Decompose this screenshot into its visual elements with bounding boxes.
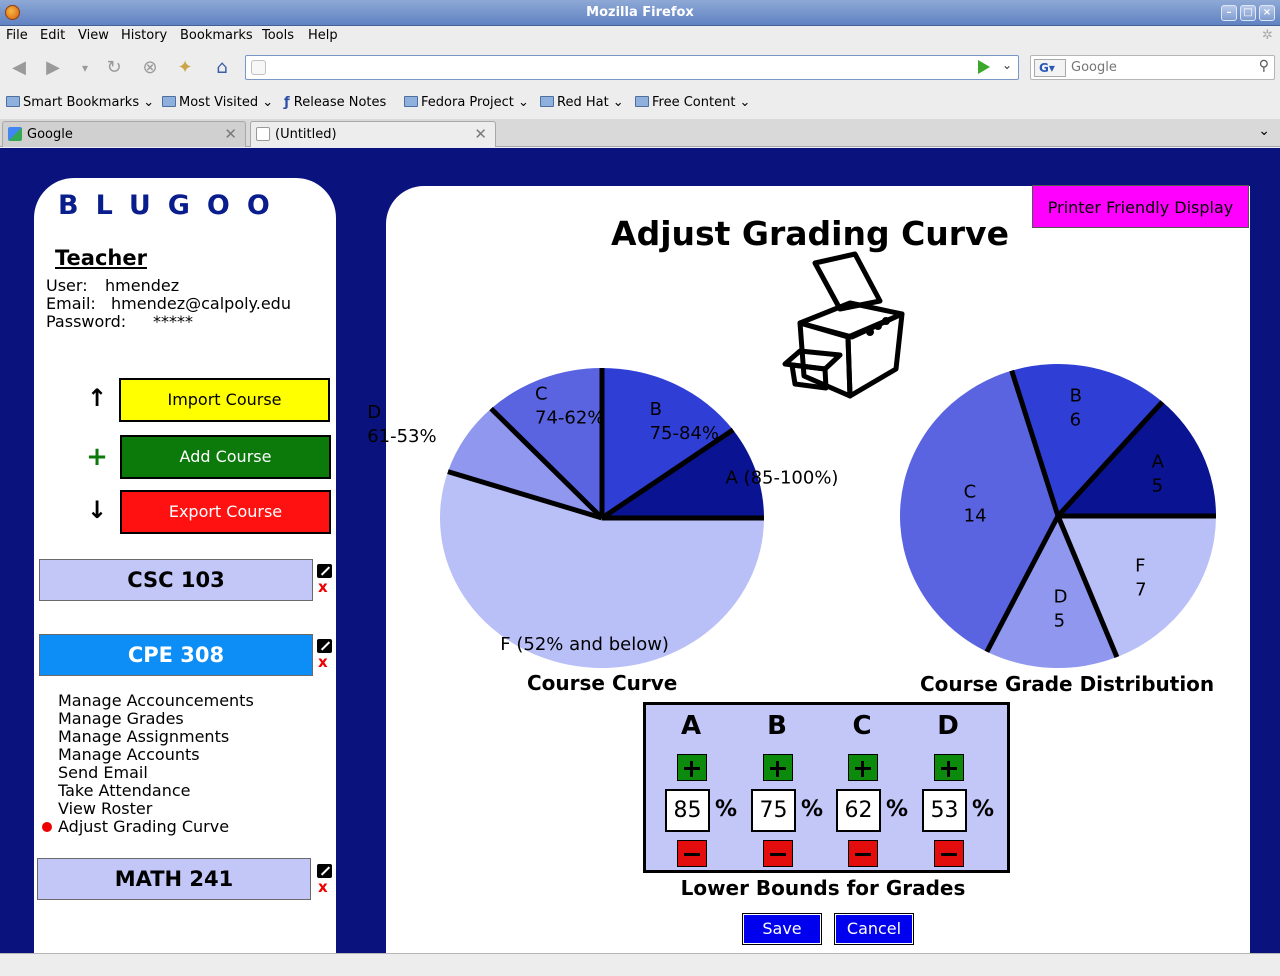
save-button[interactable]: Save: [742, 913, 822, 945]
forward-icon[interactable]: ▶: [42, 57, 64, 79]
pie-charts: A (85-100%)B 75-84%C 74-62%D 61-53%F (52% a…: [367, 364, 1216, 668]
cancel-button[interactable]: Cancel: [834, 913, 914, 945]
bookmark-label: Release Notes: [293, 95, 387, 110]
decrease-a-button[interactable]: [677, 840, 707, 867]
history-dropdown-icon[interactable]: ▾: [74, 57, 96, 79]
bookmark-label: Fedora Project: [421, 95, 514, 110]
folder-icon: [540, 96, 554, 107]
search-bar[interactable]: G▾ ⚲: [1030, 55, 1275, 80]
pie-label-f: F (52% and below): [500, 634, 669, 655]
stop-icon[interactable]: ⊗: [139, 57, 161, 79]
bookmark-label: Smart Bookmarks: [23, 95, 140, 110]
tab-list-icon[interactable]: ⌄: [1258, 123, 1270, 139]
tab-google[interactable]: Google ✕: [2, 121, 246, 147]
grade-letter: D: [937, 711, 959, 741]
bookmark-label: Free Content: [652, 95, 736, 110]
grade-bounds-panel: A 85 % B 75 % C 62 % D 53 %: [643, 702, 1010, 873]
bookmark-smart-bookmarks[interactable]: Smart Bookmarks ⌄: [6, 95, 154, 110]
menu-bookmarks[interactable]: Bookmarks: [180, 28, 253, 43]
grade-distribution-caption: Course Grade Distribution: [920, 672, 1215, 696]
window-title: Mozilla Firefox: [586, 5, 694, 20]
bookmark-most-visited[interactable]: Most Visited ⌄: [162, 95, 273, 110]
bookmark-free-content[interactable]: Free Content ⌄: [635, 95, 750, 110]
reload-icon[interactable]: ↻: [103, 57, 125, 79]
url-bar[interactable]: ⌄: [245, 55, 1019, 80]
menu-view[interactable]: View: [78, 28, 109, 43]
pie-label-a: A (85-100%): [726, 467, 839, 488]
menu-help[interactable]: Help: [308, 28, 338, 43]
grade-b-value[interactable]: 75: [751, 789, 796, 832]
menu-tools[interactable]: Tools: [262, 28, 294, 43]
throbber-icon: ✲: [1262, 28, 1273, 43]
increase-a-button[interactable]: [677, 754, 707, 781]
grade-a-value[interactable]: 85: [665, 789, 710, 832]
bookmark-fedora-project[interactable]: Fedora Project ⌄: [404, 95, 529, 110]
pie-label-d: D 61-53%: [367, 402, 436, 447]
grade-letter: C: [852, 711, 872, 741]
url-dropdown-icon[interactable]: ⌄: [1002, 58, 1012, 72]
back-icon[interactable]: ◀: [8, 57, 30, 79]
course-curve-chart: A (85-100%)B 75-84%C 74-62%D 61-53%F (52% a…: [367, 368, 838, 668]
url-input[interactable]: [274, 59, 954, 76]
search-input[interactable]: [1071, 59, 1251, 76]
decrease-d-button[interactable]: [934, 840, 964, 867]
course-grade-distribution-chart: A 5B 6C 14D 5F 7: [900, 364, 1216, 668]
menu-file[interactable]: File: [6, 28, 28, 43]
folder-icon: [404, 96, 418, 107]
tab-label: Google: [27, 127, 73, 142]
increase-d-button[interactable]: [934, 754, 964, 781]
go-icon[interactable]: [978, 60, 990, 74]
tab-bar: Google ✕ (Untitled) ✕ ⌄: [0, 119, 1280, 147]
google-favicon-icon: [8, 127, 22, 141]
page-viewport: BLUGOO Teacher User: hmendez Email: hmen…: [0, 148, 1280, 953]
decrease-b-button[interactable]: [763, 840, 793, 867]
increase-c-button[interactable]: [848, 754, 878, 781]
search-engine-label: G: [1039, 61, 1049, 75]
home-icon[interactable]: ⌂: [211, 57, 233, 79]
close-window-button[interactable]: ×: [1259, 5, 1275, 21]
increase-b-button[interactable]: [763, 754, 793, 781]
folder-icon: [162, 96, 176, 107]
new-bookmark-icon[interactable]: ✦: [174, 57, 196, 79]
course-curve-caption: Course Curve: [527, 671, 678, 695]
menu-history[interactable]: History: [121, 28, 167, 43]
lower-bounds-label: Lower Bounds for Grades: [680, 876, 966, 900]
tab-label: (Untitled): [275, 127, 337, 142]
grade-c-value[interactable]: 62: [836, 789, 881, 832]
bookmark-label: Most Visited: [179, 95, 259, 110]
grade-letter: A: [680, 711, 702, 741]
percent-sign: %: [972, 797, 995, 822]
menu-bar: File Edit View History Bookmarks Tools H…: [0, 26, 1280, 46]
maximize-button[interactable]: □: [1240, 5, 1256, 21]
decrease-c-button[interactable]: [848, 840, 878, 867]
percent-sign: %: [715, 797, 738, 822]
menu-edit[interactable]: Edit: [40, 28, 65, 43]
search-icon[interactable]: ⚲: [1259, 58, 1269, 74]
folder-icon: [635, 96, 649, 107]
bookmark-release-notes[interactable]: ƒ Release Notes: [284, 95, 386, 110]
minimize-button[interactable]: –: [1221, 5, 1237, 21]
folder-icon: [6, 96, 20, 107]
tab-untitled[interactable]: (Untitled) ✕: [250, 121, 496, 147]
window-titlebar: Mozilla Firefox – □ ×: [0, 0, 1280, 26]
close-tab-icon[interactable]: ✕: [224, 125, 237, 143]
fedora-icon: ƒ: [284, 95, 290, 110]
status-bar: [0, 953, 1280, 976]
grade-d-value[interactable]: 53: [922, 789, 967, 832]
percent-sign: %: [801, 797, 824, 822]
bookmarks-toolbar: Smart Bookmarks ⌄ Most Visited ⌄ ƒ Relea…: [0, 92, 1280, 114]
page-favicon-icon: [256, 127, 270, 141]
bookmark-label: Red Hat: [557, 95, 609, 110]
close-tab-icon[interactable]: ✕: [474, 125, 487, 143]
percent-sign: %: [886, 797, 909, 822]
site-identity-icon[interactable]: [251, 60, 266, 75]
search-engine-selector[interactable]: G▾: [1034, 59, 1066, 77]
grade-letter: B: [767, 711, 787, 741]
bookmark-red-hat[interactable]: Red Hat ⌄: [540, 95, 624, 110]
